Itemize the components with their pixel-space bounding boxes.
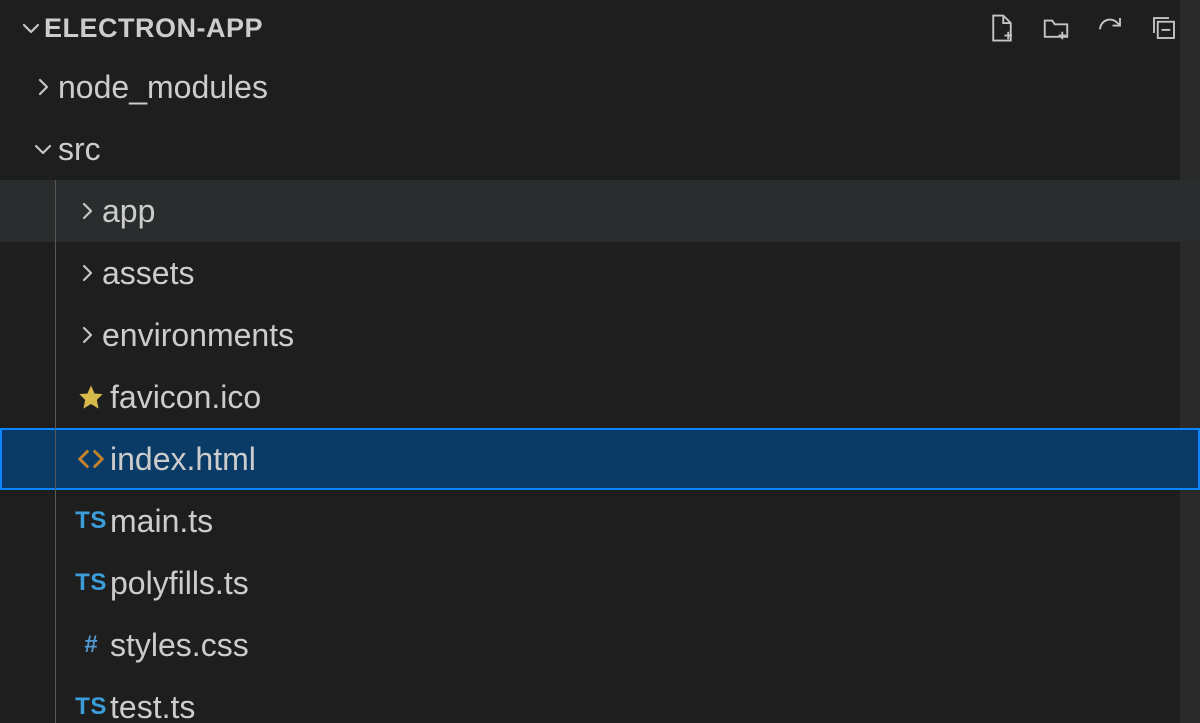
chevron-down-icon[interactable] <box>18 16 44 40</box>
folder-label: assets <box>102 255 194 292</box>
folder-assets[interactable]: assets <box>0 242 1200 304</box>
file-explorer: ELECTRON-APP node_modules src <box>0 0 1200 723</box>
file-index-html[interactable]: index.html <box>0 428 1200 490</box>
explorer-header: ELECTRON-APP <box>0 0 1200 56</box>
new-file-icon[interactable] <box>986 12 1018 44</box>
file-main-ts[interactable]: TS main.ts <box>0 490 1200 552</box>
file-label: polyfills.ts <box>110 565 249 602</box>
folder-node-modules[interactable]: node_modules <box>0 56 1200 118</box>
chevron-right-icon <box>72 199 102 223</box>
file-label: test.ts <box>110 689 195 723</box>
indent-guide <box>55 366 56 428</box>
collapse-all-icon[interactable] <box>1148 12 1180 44</box>
folder-app[interactable]: app <box>0 180 1200 242</box>
typescript-icon: TS <box>72 693 110 721</box>
file-styles-css[interactable]: # styles.css <box>0 614 1200 676</box>
indent-guide <box>55 552 56 614</box>
file-test-ts[interactable]: TS test.ts <box>0 676 1200 723</box>
chevron-right-icon <box>28 75 58 99</box>
folder-label: src <box>58 131 101 168</box>
header-actions <box>986 12 1192 44</box>
indent-guide <box>55 676 56 723</box>
typescript-icon: TS <box>72 507 110 535</box>
file-label: main.ts <box>110 503 213 540</box>
chevron-down-icon <box>28 137 58 161</box>
folder-label: node_modules <box>58 69 268 106</box>
folder-label: app <box>102 193 155 230</box>
new-folder-icon[interactable] <box>1040 12 1072 44</box>
css-icon: # <box>72 631 110 659</box>
indent-guide <box>55 490 56 552</box>
chevron-right-icon <box>72 323 102 347</box>
indent-guide <box>55 304 56 366</box>
typescript-icon: TS <box>72 569 110 597</box>
project-title: ELECTRON-APP <box>44 13 263 44</box>
file-label: index.html <box>110 441 256 478</box>
star-icon <box>72 383 110 411</box>
file-polyfills-ts[interactable]: TS polyfills.ts <box>0 552 1200 614</box>
html-icon <box>72 444 110 474</box>
indent-guide <box>55 180 56 242</box>
file-label: favicon.ico <box>110 379 261 416</box>
folder-environments[interactable]: environments <box>0 304 1200 366</box>
file-favicon-ico[interactable]: favicon.ico <box>0 366 1200 428</box>
indent-guide <box>55 428 56 490</box>
refresh-icon[interactable] <box>1094 12 1126 44</box>
chevron-right-icon <box>72 261 102 285</box>
file-label: styles.css <box>110 627 249 664</box>
folder-label: environments <box>102 317 294 354</box>
folder-src[interactable]: src <box>0 118 1200 180</box>
indent-guide <box>55 242 56 304</box>
indent-guide <box>55 614 56 676</box>
